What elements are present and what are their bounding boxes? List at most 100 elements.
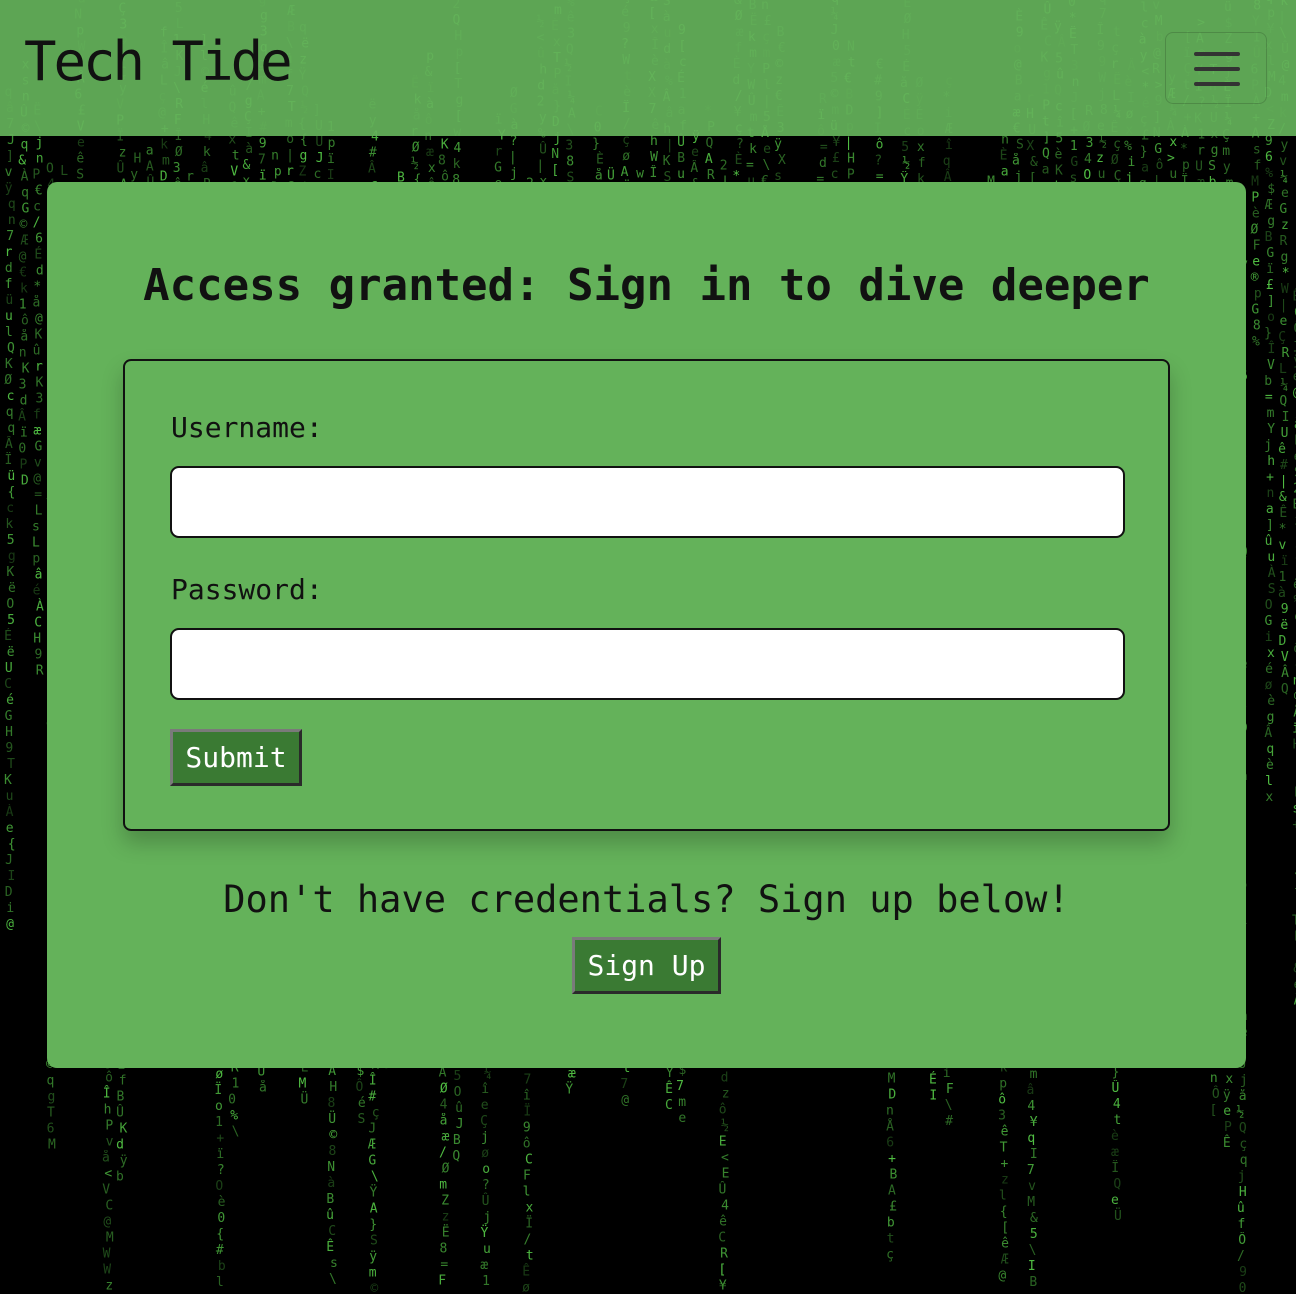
svg-text:n: n [271, 149, 279, 164]
svg-text:9: 9 [5, 741, 13, 756]
svg-text:z: z [119, 145, 127, 160]
svg-text:Ü: Ü [300, 1090, 308, 1107]
svg-text:4: 4 [440, 1098, 448, 1113]
svg-text:[: [ [718, 1263, 726, 1278]
svg-text:H: H [847, 152, 855, 167]
svg-text:B: B [453, 1133, 461, 1148]
svg-text:ê: ê [76, 152, 84, 167]
svg-text:ç: ç [372, 1105, 380, 1120]
svg-text:9: 9 [35, 648, 43, 663]
svg-text:å: å [259, 1081, 267, 1096]
svg-text:e: e [6, 821, 14, 836]
svg-text:D: D [888, 1087, 896, 1102]
svg-text:R: R [1280, 234, 1288, 249]
signup-button[interactable]: Sign Up [572, 937, 721, 994]
svg-text:=: = [1265, 390, 1273, 405]
svg-text:À: À [6, 804, 14, 820]
navbar: Tech Tide [0, 0, 1296, 136]
svg-text:M: M [299, 1076, 307, 1091]
svg-text:x: x [1265, 790, 1273, 805]
svg-text:Æ: Æ [368, 1137, 376, 1152]
svg-text:t: t [1114, 1113, 1122, 1128]
svg-text:1: 1 [19, 298, 27, 313]
svg-text:4: 4 [453, 141, 461, 156]
svg-text:u: u [1169, 167, 1177, 182]
svg-text:s: s [330, 1256, 338, 1271]
svg-text:5: 5 [453, 1069, 461, 1084]
svg-text:½: ½ [1099, 135, 1107, 150]
svg-text:ë: ë [1280, 618, 1288, 633]
svg-text:¼: ¼ [1280, 378, 1288, 393]
svg-text:Z: Z [299, 164, 307, 179]
svg-text:S: S [1016, 137, 1024, 152]
username-input[interactable] [170, 466, 1125, 538]
menu-toggle-button[interactable] [1165, 32, 1267, 104]
svg-text:f: f [1237, 1217, 1245, 1232]
svg-text:\: \ [371, 1169, 379, 1184]
svg-text:o: o [482, 1162, 490, 1177]
svg-text:>: > [1167, 151, 1175, 166]
svg-text:F: F [523, 1168, 531, 1183]
svg-text:A: A [146, 160, 154, 175]
svg-text:A: A [705, 152, 713, 167]
svg-text:Ç: Ç [1278, 330, 1286, 345]
svg-text:é: é [358, 1096, 366, 1111]
svg-text:8: 8 [438, 154, 446, 169]
svg-text:P: P [1251, 191, 1259, 206]
svg-text:Y: Y [666, 1066, 674, 1081]
svg-text:n: n [8, 213, 16, 228]
svg-text:v: v [1279, 538, 1287, 553]
svg-text:8: 8 [566, 155, 574, 170]
svg-text:B: B [1293, 498, 1296, 513]
svg-text:ï: ï [216, 1147, 224, 1162]
svg-text:L: L [60, 164, 68, 179]
svg-text:{: { [8, 837, 16, 852]
svg-text:Ø: Ø [175, 145, 183, 160]
svg-text:û: û [455, 1101, 463, 1116]
svg-text:L: L [35, 504, 43, 519]
svg-text:g: g [1267, 710, 1275, 725]
svg-text:ï: ï [1292, 722, 1296, 737]
svg-text:è: è [1266, 758, 1274, 773]
svg-text:f: f [918, 156, 926, 171]
svg-text:3: 3 [998, 1108, 1006, 1123]
svg-text:B: B [677, 151, 685, 166]
submit-button[interactable]: Submit [170, 729, 302, 786]
svg-text:n: n [1293, 674, 1296, 689]
svg-text:7: 7 [258, 153, 266, 168]
svg-text:G: G [1070, 155, 1078, 170]
svg-text:O: O [6, 597, 14, 612]
brand-logo[interactable]: Tech Tide [24, 30, 293, 95]
svg-text:r: r [495, 145, 503, 160]
password-input[interactable] [170, 628, 1125, 700]
svg-text:K: K [34, 328, 42, 343]
svg-text:t: t [232, 148, 240, 163]
login-form: Username: Password: Submit [123, 359, 1170, 831]
svg-text:<: < [104, 1167, 112, 1182]
svg-text:C: C [525, 1152, 533, 1167]
svg-text:Î: Î [1267, 341, 1275, 357]
svg-text:Ø: Ø [442, 1162, 450, 1177]
svg-text:a: a [146, 144, 154, 159]
svg-text:î: î [945, 138, 953, 153]
svg-text:s: s [1292, 802, 1296, 817]
svg-text:Ô: Ô [1238, 1232, 1246, 1248]
svg-text:Ê: Ê [522, 1263, 530, 1279]
svg-text:q: q [7, 421, 15, 436]
svg-text:Ø: Ø [1250, 223, 1258, 238]
svg-text:t: t [526, 1248, 534, 1263]
svg-text:æ: æ [568, 1067, 576, 1082]
svg-text:e: e [763, 142, 771, 157]
svg-text:X: X [778, 153, 786, 168]
svg-text:k: k [5, 517, 13, 532]
svg-text:l: l [5, 325, 13, 340]
svg-text:£: £ [832, 151, 840, 166]
svg-text:E: E [719, 1135, 727, 1150]
svg-text:G: G [22, 202, 30, 217]
svg-text:q: q [46, 1074, 54, 1089]
svg-text:i: i [1128, 155, 1136, 170]
svg-text:M: M [106, 1231, 114, 1246]
svg-text:p: p [1254, 287, 1262, 302]
svg-text:ë: ë [8, 581, 16, 596]
svg-text:e: e [1223, 1104, 1231, 1119]
